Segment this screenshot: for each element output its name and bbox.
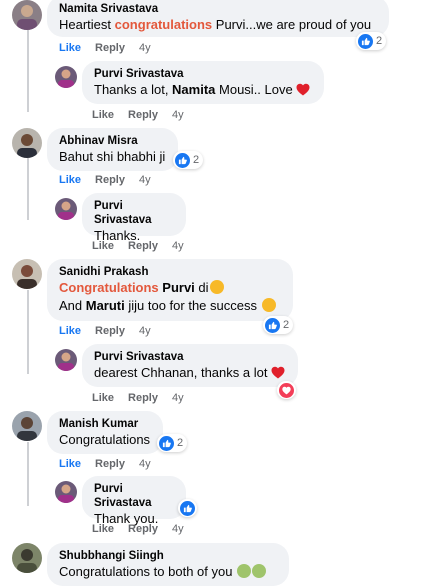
like-button[interactable]: Like — [59, 325, 81, 337]
kiss-emoji-icon — [209, 280, 224, 294]
comment-actions: Like Reply 4y — [92, 240, 198, 252]
comment-actions: Like Reply 4y — [59, 42, 165, 54]
timestamp[interactable]: 4y — [172, 240, 184, 252]
comment-bubble: Sanidhi Prakash Congratulations Purvi di… — [47, 259, 293, 321]
timestamp[interactable]: 4y — [172, 523, 184, 535]
comment-bubble: Purvi Srivastava Thanks a lot, Namita Mo… — [82, 61, 324, 104]
avatar[interactable] — [55, 481, 77, 503]
comment-text: Congratulations Purvi di — [59, 279, 281, 297]
comment-author[interactable]: Manish Kumar — [59, 417, 151, 431]
like-reaction-icon — [265, 317, 280, 333]
thread-line — [27, 290, 29, 374]
timestamp[interactable]: 4y — [139, 174, 151, 186]
comment-bubble: Purvi Srivastava Thanks. — [82, 193, 186, 243]
avatar[interactable] — [55, 198, 77, 220]
comment-author[interactable]: Abhinav Misra — [59, 134, 166, 148]
comment-bubble: Shubbhangi Siingh Congratulations to bot… — [47, 543, 289, 586]
comment-text: And Maruti jiju too for the success — [59, 297, 281, 315]
like-button[interactable]: Like — [59, 42, 81, 54]
thread-line — [27, 30, 29, 112]
reaction-count[interactable]: 2 — [157, 434, 188, 452]
reaction-like[interactable] — [178, 499, 197, 517]
like-reaction-icon — [175, 152, 190, 168]
highlight-text: Congratulations — [59, 280, 159, 295]
comment-text: dearest Chhanan, thanks a lot — [94, 364, 286, 382]
highlight-text: congratulations — [114, 17, 213, 32]
clap-emoji-icon — [237, 564, 252, 578]
reaction-count[interactable]: 2 — [356, 32, 387, 50]
comment-text: Congratulations to both of you — [59, 563, 277, 581]
reply-button[interactable]: Reply — [95, 174, 125, 186]
like-button[interactable]: Like — [59, 174, 81, 186]
comment-actions: Like Reply 4y — [59, 325, 165, 337]
comment-author[interactable]: Purvi Srivastava — [94, 482, 174, 510]
timestamp[interactable]: 4y — [139, 42, 151, 54]
reply-button[interactable]: Reply — [95, 458, 125, 470]
mention[interactable]: Purvi — [159, 280, 195, 295]
comment-text: Bahut shi bhabhi ji — [59, 149, 166, 164]
reaction-count[interactable]: 2 — [173, 151, 204, 169]
timestamp[interactable]: 4y — [172, 392, 184, 404]
comment-text: Thanks a lot, Namita Mousi.. Love — [94, 81, 312, 99]
comment-author[interactable]: Shubbhangi Siingh — [59, 549, 277, 563]
like-reaction-icon — [358, 33, 373, 49]
clap-emoji-icon — [252, 564, 267, 578]
comment-bubble: Purvi Srivastava Thank you. — [82, 476, 186, 526]
avatar[interactable] — [12, 259, 42, 289]
avatar[interactable] — [55, 66, 77, 88]
like-reaction-icon — [180, 500, 195, 516]
comment-author[interactable]: Sanidhi Prakash — [59, 265, 281, 279]
comment-actions: Like Reply 4y — [92, 523, 198, 535]
comment-author[interactable]: Namita Srivastava — [59, 2, 377, 16]
comment-actions: Like Reply 4y — [59, 458, 165, 470]
heart-eyes-emoji-icon — [261, 298, 276, 312]
comment-author[interactable]: Purvi Srivastava — [94, 199, 174, 227]
timestamp[interactable]: 4y — [139, 325, 151, 337]
comment-bubble: Manish Kumar Congratulations — [47, 411, 163, 454]
avatar[interactable] — [55, 349, 77, 371]
comment-author[interactable]: Purvi Srivastava — [94, 67, 312, 81]
reply-button[interactable]: Reply — [128, 523, 158, 535]
comment-text: Heartiest congratulations Purvi...we are… — [59, 17, 372, 32]
comment-text: Congratulations — [59, 432, 151, 447]
heart-icon — [296, 83, 310, 96]
like-button[interactable]: Like — [92, 523, 114, 535]
avatar[interactable] — [12, 128, 42, 158]
comment-bubble: Namita Srivastava Heartiest congratulati… — [47, 0, 389, 37]
comment-bubble: Purvi Srivastava dearest Chhanan, thanks… — [82, 344, 298, 387]
like-reaction-icon — [159, 435, 174, 451]
timestamp[interactable]: 4y — [172, 109, 184, 121]
reply-button[interactable]: Reply — [128, 109, 158, 121]
mention[interactable]: Namita — [172, 82, 215, 97]
reaction-love[interactable] — [277, 381, 296, 399]
love-reaction-icon — [279, 382, 294, 398]
thread-line — [27, 158, 29, 220]
comment-actions: Like Reply 4y — [59, 174, 165, 186]
reaction-count[interactable]: 2 — [263, 316, 294, 334]
reply-button[interactable]: Reply — [95, 42, 125, 54]
reply-button[interactable]: Reply — [95, 325, 125, 337]
timestamp[interactable]: 4y — [139, 458, 151, 470]
heart-icon — [271, 366, 285, 379]
like-button[interactable]: Like — [92, 392, 114, 404]
reply-button[interactable]: Reply — [128, 392, 158, 404]
avatar[interactable] — [12, 0, 42, 30]
comment-bubble: Abhinav Misra Bahut shi bhabhi ji — [47, 128, 178, 171]
avatar[interactable] — [12, 411, 42, 441]
like-button[interactable]: Like — [92, 109, 114, 121]
comment-actions: Like Reply 4y — [92, 109, 198, 121]
thread-line — [27, 442, 29, 506]
comment-actions: Like Reply 4y — [92, 392, 198, 404]
like-button[interactable]: Like — [59, 458, 81, 470]
mention[interactable]: Maruti — [86, 298, 125, 313]
avatar[interactable] — [12, 543, 42, 573]
reply-button[interactable]: Reply — [128, 240, 158, 252]
like-button[interactable]: Like — [92, 240, 114, 252]
comment-author[interactable]: Purvi Srivastava — [94, 350, 286, 364]
